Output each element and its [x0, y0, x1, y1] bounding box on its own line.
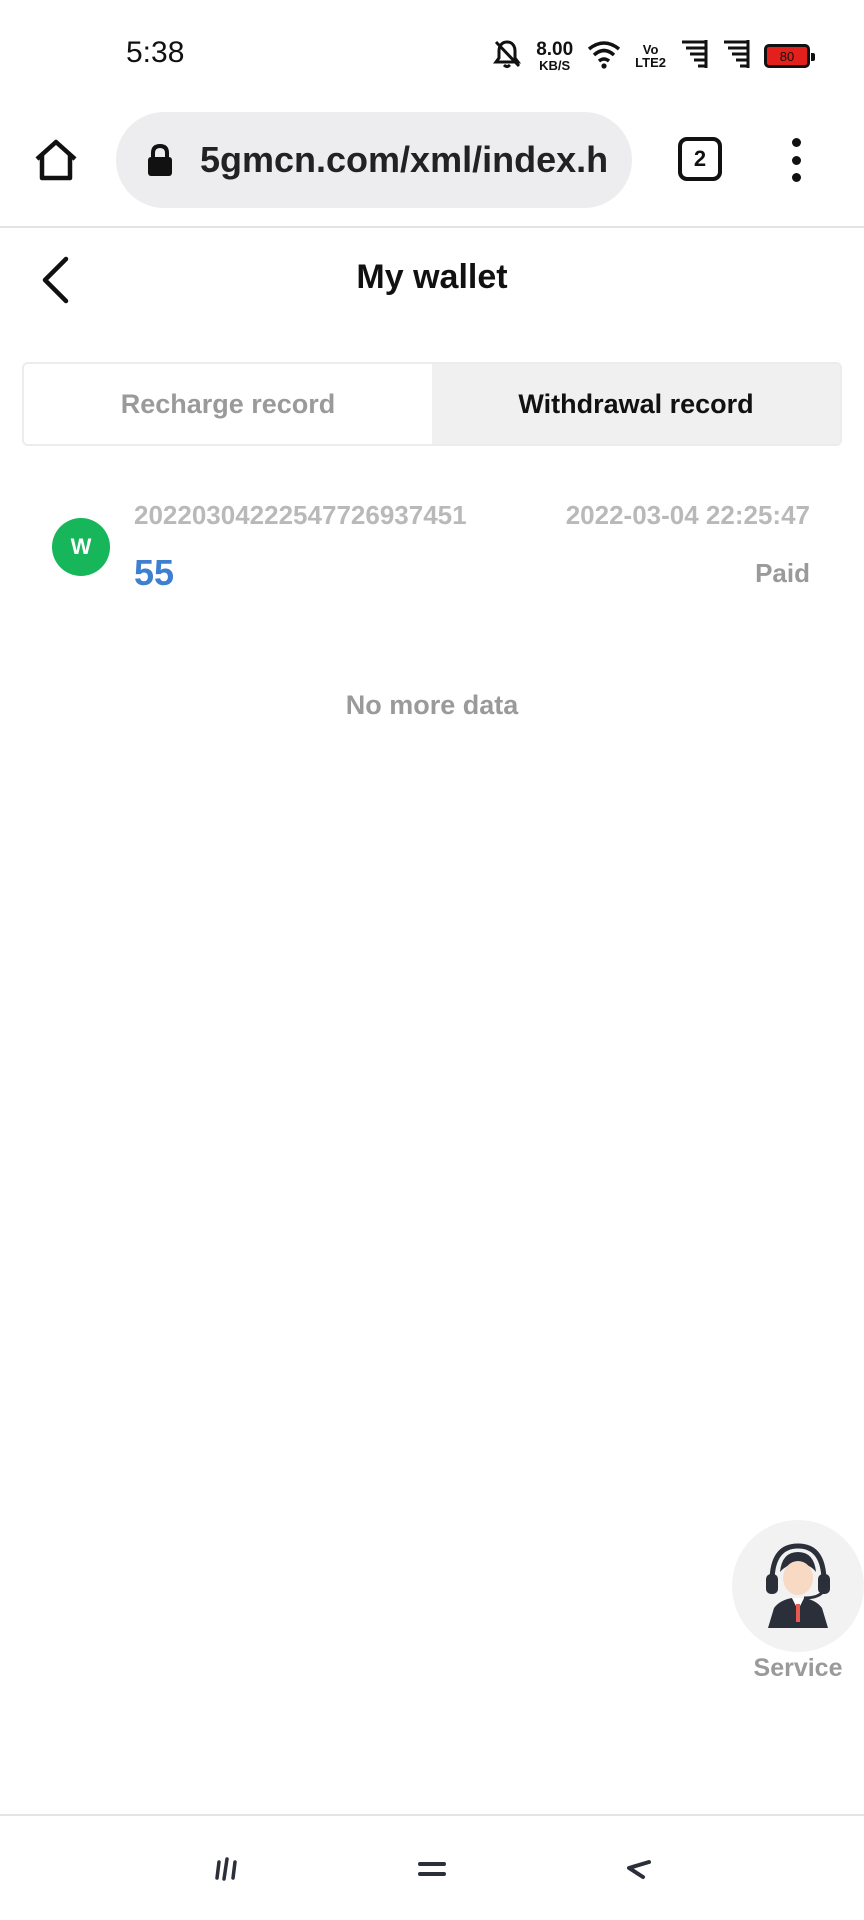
tab-recharge-record[interactable]: Recharge record: [24, 364, 432, 444]
recents-icon: [213, 1856, 239, 1887]
status-icons: 8.00 KB/S Vo LTE2 80: [492, 36, 815, 76]
list-item[interactable]: W 20220304222547726937451 2022-03-04 22:…: [0, 488, 864, 608]
tab-withdrawal-record[interactable]: Withdrawal record: [432, 364, 840, 444]
lock-icon: [146, 142, 176, 178]
signal-icon: [680, 38, 708, 75]
recents-button[interactable]: [196, 1846, 256, 1896]
signal-icon: [722, 38, 750, 75]
home-nav-icon: [417, 1858, 447, 1885]
home-icon: [33, 137, 79, 188]
menu-icon: [791, 138, 801, 147]
wifi-icon: [587, 39, 621, 74]
browser-toolbar: 5gmcn.com/xml/index.h 2: [0, 108, 864, 228]
withdrawal-method-avatar: W: [52, 518, 110, 576]
service-circle: [732, 1520, 864, 1652]
status-bar: 5:38 8.00 KB/S Vo LTE2 80: [0, 0, 864, 108]
net-speed: 8.00 KB/S: [536, 40, 573, 72]
service-label: Service: [753, 1654, 843, 1682]
url-text: 5gmcn.com/xml/index.h: [200, 139, 609, 180]
battery-level: 80: [779, 48, 795, 64]
status-badge: Paid: [755, 558, 810, 588]
back-nav-button[interactable]: [608, 1846, 668, 1896]
volte-bottom: LTE2: [635, 55, 666, 70]
menu-button[interactable]: [780, 138, 812, 182]
status-time: 5:38: [126, 36, 185, 69]
record-date: 2022-03-04 22:25:47: [565, 500, 810, 530]
battery-icon: 80: [764, 44, 815, 68]
system-nav-bar: [0, 1814, 864, 1920]
list-end-text: No more data: [345, 690, 519, 720]
volte-indicator: Vo LTE2: [635, 43, 666, 69]
tab-switcher-button[interactable]: 2: [678, 137, 722, 181]
home-button[interactable]: [28, 134, 84, 190]
order-number: 20220304222547726937451: [134, 500, 467, 530]
customer-service-agent-icon: [758, 1538, 838, 1635]
address-bar[interactable]: 5gmcn.com/xml/index.h: [116, 112, 632, 208]
net-speed-value: 8.00: [536, 39, 574, 60]
record-tabs: Recharge record Withdrawal record: [22, 362, 842, 446]
record-amount: 55: [134, 552, 175, 593]
net-speed-unit: KB/S: [539, 58, 571, 73]
service-button[interactable]: Service: [732, 1520, 864, 1682]
page-title: My wallet: [356, 258, 508, 296]
bell-off-icon: [492, 38, 522, 75]
home-nav-button[interactable]: [402, 1846, 462, 1896]
back-nav-icon: [623, 1858, 653, 1885]
